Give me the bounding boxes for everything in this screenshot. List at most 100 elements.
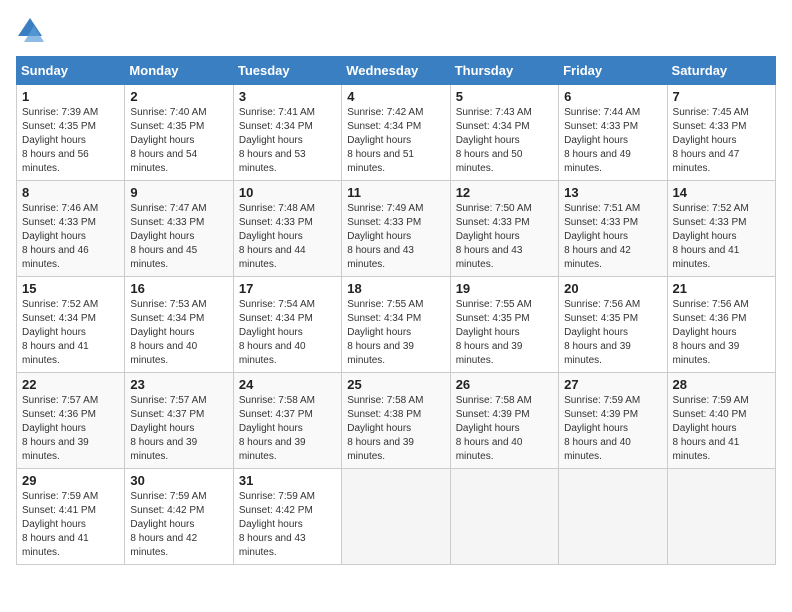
- cell-content: Sunrise: 7:59 AMSunset: 4:39 PMDaylight …: [564, 394, 661, 464]
- daylight-label: Daylight hours: [130, 135, 194, 146]
- sunset-label: Sunset: 4:34 PM: [22, 313, 96, 324]
- cell-content: Sunrise: 7:45 AMSunset: 4:33 PMDaylight …: [673, 106, 770, 176]
- sunrise-label: Sunrise: 7:58 AM: [239, 395, 315, 406]
- calendar-cell: 12Sunrise: 7:50 AMSunset: 4:33 PMDayligh…: [450, 181, 558, 277]
- calendar-cell: 22 Sunrise: 7:57 AMSunset: 4:36 PMDayligh…: [17, 373, 125, 469]
- daylight-value: 8 hours and 50 minutes.: [456, 149, 523, 174]
- calendar-week-1: 1Sunrise: 7:39 AMSunset: 4:35 PMDaylight…: [17, 85, 776, 181]
- cell-content: Sunrise: 7:57 AMSunset: 4:37 PMDaylight …: [130, 394, 227, 464]
- daylight-value: 8 hours and 39 minutes.: [456, 341, 523, 366]
- cell-content: Sunrise: 7:47 AMSunset: 4:33 PMDaylight …: [130, 202, 227, 272]
- sunrise-label: Sunrise: 7:48 AM: [239, 203, 315, 214]
- sunset-label: Sunset: 4:33 PM: [130, 217, 204, 228]
- daylight-value: 8 hours and 39 minutes.: [564, 341, 631, 366]
- day-number: 9: [130, 185, 227, 200]
- day-number: 8: [22, 185, 119, 200]
- sunrise-label: Sunrise: 7:59 AM: [130, 491, 206, 502]
- calendar-cell: 19Sunrise: 7:55 AMSunset: 4:35 PMDayligh…: [450, 277, 558, 373]
- calendar-body: 1Sunrise: 7:39 AMSunset: 4:35 PMDaylight…: [17, 85, 776, 565]
- sunset-label: Sunset: 4:33 PM: [564, 121, 638, 132]
- calendar-cell: 26Sunrise: 7:58 AMSunset: 4:39 PMDayligh…: [450, 373, 558, 469]
- sunrise-label: Sunrise: 7:53 AM: [130, 299, 206, 310]
- cell-content: Sunrise: 7:56 AMSunset: 4:36 PMDaylight …: [673, 298, 770, 368]
- day-number: 12: [456, 185, 553, 200]
- weekday-header-sunday: Sunday: [17, 57, 125, 85]
- cell-content: Sunrise: 7:57 AMSunset: 4:36 PMDaylight …: [22, 394, 119, 464]
- sunrise-label: Sunrise: 7:45 AM: [673, 107, 749, 118]
- day-number: 5: [456, 89, 553, 104]
- daylight-value: 8 hours and 40 minutes.: [239, 341, 306, 366]
- sunset-label: Sunset: 4:38 PM: [347, 409, 421, 420]
- calendar-cell: 13Sunrise: 7:51 AMSunset: 4:33 PMDayligh…: [559, 181, 667, 277]
- daylight-label: Daylight hours: [22, 231, 86, 242]
- calendar-cell: 10Sunrise: 7:48 AMSunset: 4:33 PMDayligh…: [233, 181, 341, 277]
- calendar-cell: 16Sunrise: 7:53 AMSunset: 4:34 PMDayligh…: [125, 277, 233, 373]
- sunrise-label: Sunrise: 7:52 AM: [22, 299, 98, 310]
- daylight-label: Daylight hours: [347, 135, 411, 146]
- sunset-label: Sunset: 4:34 PM: [347, 121, 421, 132]
- cell-content: Sunrise: 7:43 AMSunset: 4:34 PMDaylight …: [456, 106, 553, 176]
- calendar-cell: [450, 469, 558, 565]
- daylight-value: 8 hours and 41 minutes.: [22, 533, 89, 558]
- sunrise-label: Sunrise: 7:59 AM: [22, 491, 98, 502]
- calendar-cell: [342, 469, 450, 565]
- sunset-label: Sunset: 4:41 PM: [22, 505, 96, 516]
- sunset-label: Sunset: 4:37 PM: [130, 409, 204, 420]
- daylight-value: 8 hours and 46 minutes.: [22, 245, 89, 270]
- sunrise-label: Sunrise: 7:57 AM: [22, 395, 98, 406]
- sunrise-label: Sunrise: 7:46 AM: [22, 203, 98, 214]
- cell-content: Sunrise: 7:48 AMSunset: 4:33 PMDaylight …: [239, 202, 336, 272]
- weekday-header-friday: Friday: [559, 57, 667, 85]
- cell-content: Sunrise: 7:54 AMSunset: 4:34 PMDaylight …: [239, 298, 336, 368]
- sunrise-label: Sunrise: 7:58 AM: [347, 395, 423, 406]
- daylight-label: Daylight hours: [22, 135, 86, 146]
- sunset-label: Sunset: 4:34 PM: [239, 313, 313, 324]
- daylight-label: Daylight hours: [22, 519, 86, 530]
- sunrise-label: Sunrise: 7:52 AM: [673, 203, 749, 214]
- sunrise-label: Sunrise: 7:42 AM: [347, 107, 423, 118]
- daylight-value: 8 hours and 39 minutes.: [239, 437, 306, 462]
- calendar-cell: 31Sunrise: 7:59 AMSunset: 4:42 PMDayligh…: [233, 469, 341, 565]
- day-number: 18: [347, 281, 444, 296]
- day-number: 29: [22, 473, 119, 488]
- daylight-value: 8 hours and 42 minutes.: [564, 245, 631, 270]
- calendar-cell: 21Sunrise: 7:56 AMSunset: 4:36 PMDayligh…: [667, 277, 775, 373]
- cell-content: Sunrise: 7:53 AMSunset: 4:34 PMDaylight …: [130, 298, 227, 368]
- weekday-header-monday: Monday: [125, 57, 233, 85]
- sunrise-label: Sunrise: 7:59 AM: [673, 395, 749, 406]
- daylight-label: Daylight hours: [564, 423, 628, 434]
- sunset-label: Sunset: 4:33 PM: [22, 217, 96, 228]
- daylight-label: Daylight hours: [456, 135, 520, 146]
- sunset-label: Sunset: 4:33 PM: [564, 217, 638, 228]
- weekday-header-wednesday: Wednesday: [342, 57, 450, 85]
- daylight-value: 8 hours and 53 minutes.: [239, 149, 306, 174]
- daylight-label: Daylight hours: [239, 327, 303, 338]
- calendar-header-row: SundayMondayTuesdayWednesdayThursdayFrid…: [17, 57, 776, 85]
- cell-content: Sunrise: 7:40 AMSunset: 4:35 PMDaylight …: [130, 106, 227, 176]
- calendar-cell: 25Sunrise: 7:58 AMSunset: 4:38 PMDayligh…: [342, 373, 450, 469]
- sunrise-label: Sunrise: 7:59 AM: [239, 491, 315, 502]
- day-number: 20: [564, 281, 661, 296]
- sunrise-label: Sunrise: 7:58 AM: [456, 395, 532, 406]
- day-number: 22: [22, 377, 119, 392]
- sunset-label: Sunset: 4:33 PM: [239, 217, 313, 228]
- calendar-cell: [559, 469, 667, 565]
- daylight-value: 8 hours and 40 minutes.: [130, 341, 197, 366]
- calendar-cell: 28Sunrise: 7:59 AMSunset: 4:40 PMDayligh…: [667, 373, 775, 469]
- daylight-value: 8 hours and 41 minutes.: [673, 245, 740, 270]
- day-number: 19: [456, 281, 553, 296]
- sunrise-label: Sunrise: 7:57 AM: [130, 395, 206, 406]
- calendar-week-4: 22 Sunrise: 7:57 AMSunset: 4:36 PMDayligh…: [17, 373, 776, 469]
- sunset-label: Sunset: 4:34 PM: [130, 313, 204, 324]
- daylight-value: 8 hours and 56 minutes.: [22, 149, 89, 174]
- sunset-label: Sunset: 4:33 PM: [347, 217, 421, 228]
- daylight-value: 8 hours and 39 minutes.: [347, 437, 414, 462]
- cell-content: Sunrise: 7:59 AMSunset: 4:40 PMDaylight …: [673, 394, 770, 464]
- daylight-value: 8 hours and 39 minutes.: [673, 341, 740, 366]
- cell-content: Sunrise: 7:59 AM Sunset: 4:41 PM Daylight …: [22, 490, 119, 560]
- weekday-header-tuesday: Tuesday: [233, 57, 341, 85]
- calendar-cell: 30Sunrise: 7:59 AMSunset: 4:42 PMDayligh…: [125, 469, 233, 565]
- calendar-cell: 11Sunrise: 7:49 AMSunset: 4:33 PMDayligh…: [342, 181, 450, 277]
- cell-content: Sunrise: 7:56 AMSunset: 4:35 PMDaylight …: [564, 298, 661, 368]
- sunset-label: Sunset: 4:35 PM: [564, 313, 638, 324]
